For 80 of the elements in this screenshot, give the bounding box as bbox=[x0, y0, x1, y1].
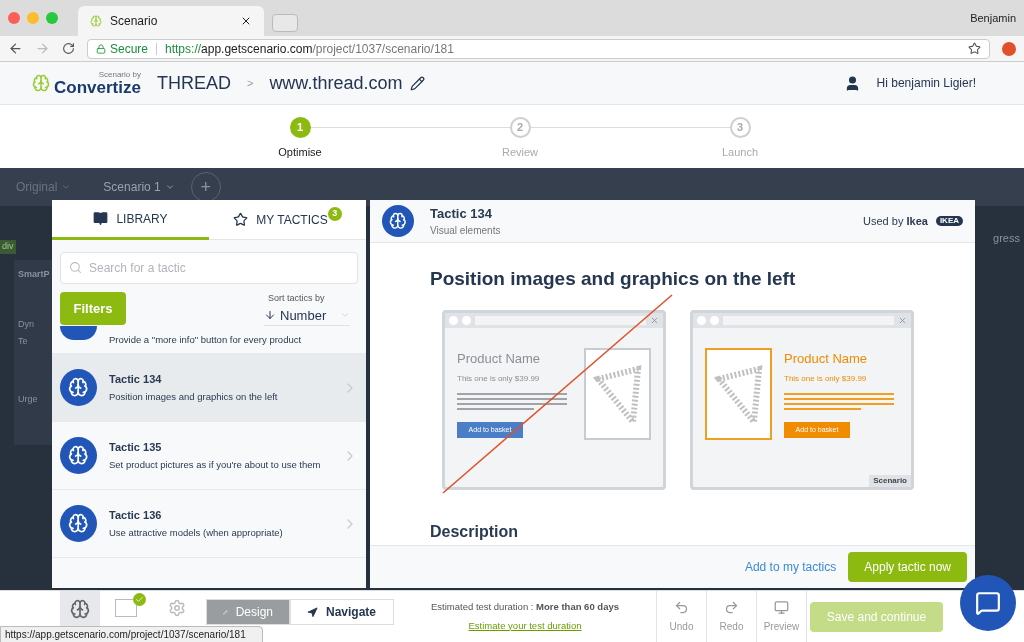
star-icon bbox=[233, 212, 249, 227]
address-bar[interactable]: Secure https://app.getscenario.com/project/1037/scenario/181 bbox=[87, 38, 990, 59]
book-icon bbox=[93, 211, 109, 226]
search-field[interactable]: Search for a tactic bbox=[60, 252, 358, 284]
step-label[interactable]: Launch bbox=[721, 144, 759, 161]
tactic-description: Provide a "more info" button for every product bbox=[109, 333, 303, 347]
settings-icon bbox=[168, 599, 186, 617]
close-icon bbox=[898, 315, 907, 325]
logo[interactable]: Scenario by Convertize bbox=[32, 70, 141, 96]
estimate-duration-link[interactable]: Estimate your test duration bbox=[468, 618, 582, 633]
tactic-description: Position images and graphics on the left bbox=[109, 390, 279, 405]
tactic-description: Set product pictures as if you're about to use them bbox=[109, 458, 322, 473]
step-number[interactable]: 3 bbox=[729, 117, 751, 138]
tactic-title: Tactic 135 bbox=[109, 439, 163, 455]
duration-text: Estimated test duration : More than 60 days bbox=[431, 600, 619, 615]
edit-icon[interactable] bbox=[410, 75, 426, 91]
tactic-title: Tactic 134 bbox=[430, 204, 493, 223]
arrow-down-icon bbox=[264, 309, 276, 322]
greeting: Hi benjamin Ligier! bbox=[876, 75, 976, 92]
tactic-item[interactable]: Provide a "more info" button for every product bbox=[52, 326, 366, 354]
library-button[interactable] bbox=[60, 591, 100, 627]
section-heading: Description bbox=[430, 521, 519, 542]
browser-tab[interactable]: Scenario bbox=[78, 6, 264, 36]
profile-name[interactable]: Benjamin bbox=[970, 9, 1016, 27]
caret-icon bbox=[61, 182, 72, 192]
count-badge: 3 bbox=[327, 206, 342, 221]
chat-icon bbox=[975, 590, 1001, 616]
close-icon bbox=[650, 315, 659, 325]
panel-title: SmartP bbox=[18, 268, 51, 281]
add-to-tactics-link[interactable]: Add to my tactics bbox=[744, 558, 837, 576]
element-tag: div bbox=[0, 240, 16, 254]
progress-label: gress bbox=[993, 231, 1020, 246]
extension-icon[interactable] bbox=[1002, 41, 1016, 56]
undo-button[interactable]: Undo bbox=[656, 591, 706, 642]
step-label[interactable]: Optimise bbox=[278, 144, 322, 161]
tactic-description: Use attractive models (when appropriate) bbox=[109, 526, 284, 541]
project-name: THREAD bbox=[156, 71, 231, 95]
step-number[interactable]: 2 bbox=[509, 117, 531, 138]
widget-label: Te bbox=[18, 335, 29, 348]
brand-logo: IKEA bbox=[935, 216, 963, 226]
product-name: Product Name bbox=[457, 350, 542, 368]
caret-icon bbox=[164, 182, 175, 192]
mode-tab[interactable]: Design bbox=[206, 599, 290, 625]
preview-icon bbox=[774, 599, 789, 615]
used-by-label: Used by Ikea bbox=[863, 213, 928, 229]
lock-icon bbox=[96, 43, 106, 54]
product-price: This one is only $39.99 bbox=[457, 372, 541, 385]
version-tab[interactable]: Scenario 1 bbox=[103, 178, 175, 196]
close-icon[interactable] bbox=[240, 15, 252, 27]
widget-label: Urge bbox=[18, 392, 39, 406]
mode-tab[interactable]: Navigate bbox=[290, 599, 394, 625]
product-price: This one is only $39.99 bbox=[784, 372, 868, 385]
bookmark-icon[interactable] bbox=[968, 42, 981, 55]
search-icon bbox=[69, 261, 82, 274]
site-name: www.thread.com bbox=[269, 71, 403, 95]
product-name: Product Name bbox=[784, 350, 869, 368]
tactic-category: Visual elements bbox=[430, 224, 501, 239]
tactic-title: Tactic 134 bbox=[109, 371, 163, 387]
filters-button[interactable]: Filters bbox=[60, 292, 126, 325]
step-label[interactable]: Review bbox=[501, 144, 539, 161]
redo-icon bbox=[724, 599, 739, 615]
credit-label: Scenario bbox=[869, 474, 911, 487]
preview-button[interactable]: Preview bbox=[756, 591, 806, 642]
panel-tab[interactable]: MY TACTICS 3 bbox=[209, 200, 366, 240]
apply-tactic-button[interactable]: Apply tactic now bbox=[848, 552, 967, 582]
favicon-icon bbox=[90, 15, 102, 27]
undo-icon bbox=[674, 599, 689, 615]
panel-tab[interactable]: LIBRARY bbox=[52, 200, 209, 240]
close-window-button[interactable] bbox=[8, 12, 20, 24]
widget-label: Dyn bbox=[18, 317, 35, 331]
sort-label: Sort tactics by bbox=[268, 292, 326, 305]
step-number[interactable]: 1 bbox=[289, 117, 311, 138]
reload-icon[interactable] bbox=[62, 42, 75, 55]
tactic-title: Tactic 136 bbox=[109, 507, 163, 523]
tactic-heading: Position images and graphics on the left bbox=[430, 267, 797, 291]
status-url-tooltip: https://app.getscenario.com/project/1037/scenario/181 bbox=[0, 626, 263, 642]
redo-button[interactable]: Redo bbox=[706, 591, 756, 642]
cursor-arrow-icon bbox=[307, 606, 318, 618]
tactic-item[interactable]: Tactic 134 Position images and graphics on the left bbox=[52, 354, 366, 422]
breadcrumb-separator: > bbox=[246, 75, 254, 91]
